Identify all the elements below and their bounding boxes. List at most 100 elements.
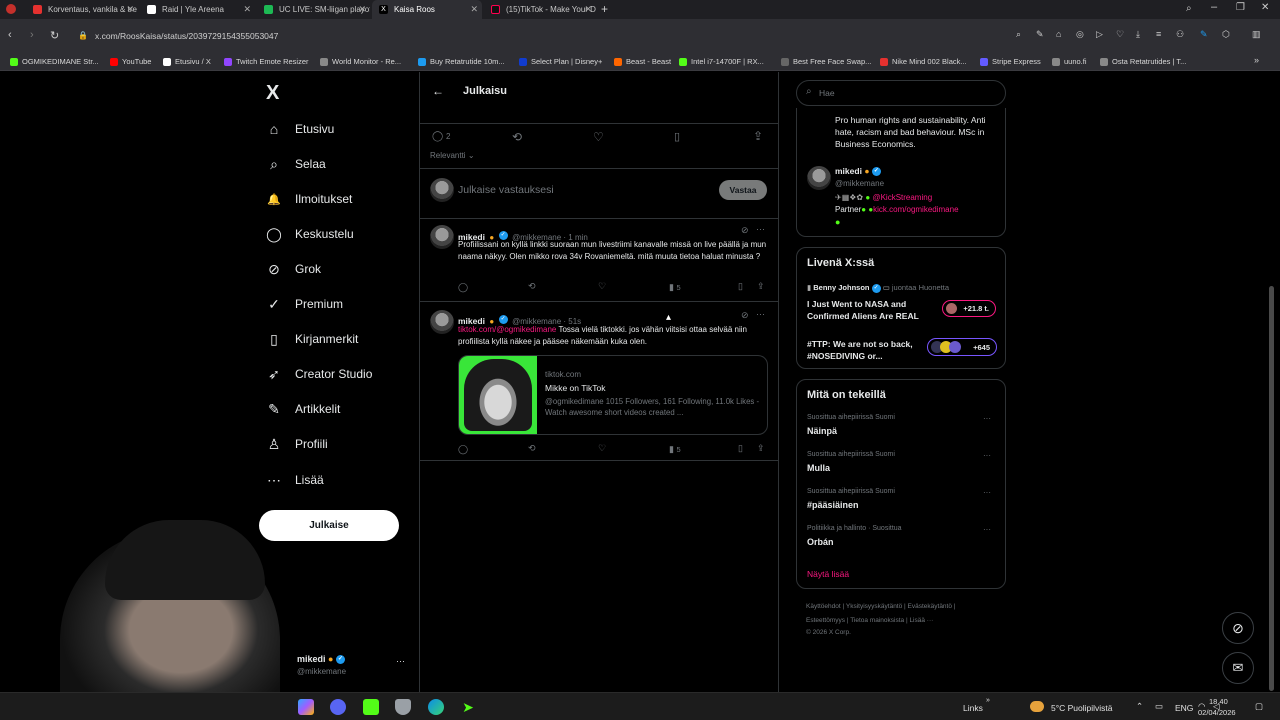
bookmark-icon[interactable]: ▯ [738, 281, 743, 292]
bookmark-item[interactable]: YouTube [110, 54, 151, 70]
x-logo-icon[interactable]: X [266, 82, 279, 105]
browser-tab[interactable]: (15)TikTok - Make Your D ✕ [484, 0, 596, 19]
show-more-link[interactable]: Näytä lisää [807, 569, 849, 579]
browser-tab[interactable]: Korventaus, vankila & tre ✕ [26, 0, 138, 19]
back-icon[interactable]: ‹ [8, 29, 12, 41]
chevron-icon[interactable]: » [986, 697, 990, 704]
live-item-title[interactable]: #TTP: We are not so back, #NOSEDIVING or… [807, 338, 927, 362]
bookmark-item[interactable]: Buy Retatrutide 10m... [418, 54, 505, 70]
discord-icon[interactable] [330, 699, 346, 715]
retweet-icon[interactable]: ⟲ [512, 130, 522, 144]
sidebar-item-selaa[interactable]: ⌕ Selaa [265, 149, 326, 179]
links-toolbar[interactable]: Links [963, 703, 983, 713]
tweet[interactable]: mikedi ● ✓ @mikkemane · 1 min ⊘ ··· Prof… [420, 219, 779, 303]
views-stat[interactable]: ▮ 5 [669, 444, 681, 455]
search-tabs-icon[interactable]: ⌕ [1186, 3, 1192, 14]
extension-icon[interactable]: ▷ [1096, 29, 1103, 40]
tweet-link[interactable]: tiktok.com/@ogmikedimane [458, 325, 556, 334]
browser-tab[interactable]: Raid | Yle Areena ✕ [140, 0, 255, 19]
live-listeners-badge[interactable]: +645 [927, 338, 997, 356]
live-host-name[interactable]: Benny Johnson [813, 283, 869, 292]
bookmark-item[interactable]: Best Free Face Swap... [781, 54, 871, 70]
like-icon[interactable]: ♡ [598, 281, 606, 292]
tweet[interactable]: mikedi ● ✓ @mikkemane · 51s ⊘ ··· tiktok… [420, 302, 779, 462]
profile-bio-link[interactable]: @KickStreaming [872, 193, 932, 202]
close-icon[interactable]: ✕ [584, 0, 592, 19]
bookmark-item[interactable]: Twitch Emote Resizer [224, 54, 309, 70]
extension-icon[interactable]: ◎ [1076, 29, 1084, 40]
bookmark-item[interactable]: Stripe Express [980, 54, 1041, 70]
more-icon[interactable]: ··· [756, 224, 765, 234]
close-icon[interactable]: ✕ [358, 0, 366, 19]
sidebar-toggle-icon[interactable]: ▥ [1252, 29, 1261, 40]
bookmark-icon[interactable]: ▯ [674, 130, 680, 143]
bookmark-item[interactable]: Intel i7-14700F | RX... [679, 54, 764, 70]
bookmark-item[interactable]: Beast - Beast [614, 54, 671, 70]
close-icon[interactable]: ✕ [126, 0, 134, 19]
menu-icon[interactable]: ≡ [1156, 29, 1161, 39]
messages-fab[interactable]: ✉ [1222, 652, 1254, 684]
reply-icon[interactable]: ◯ [458, 282, 468, 293]
trend-item[interactable]: Suosittua aihepiirissä Suomi Mulla ··· [797, 447, 1005, 483]
chevron-up-icon[interactable]: ⌃ [1136, 701, 1143, 712]
bookmark-item[interactable]: Etusivu / X [163, 54, 211, 70]
more-icon[interactable]: ··· [983, 414, 991, 423]
sidebar-item-premium[interactable]: ✓ Premium [265, 289, 343, 319]
edge-icon[interactable] [428, 699, 444, 715]
reply-count[interactable]: ◯ 2 [432, 131, 450, 142]
network-icon[interactable]: ▭ [1155, 701, 1163, 712]
like-icon[interactable]: ♡ [593, 130, 604, 144]
close-icon[interactable]: ✕ [243, 0, 251, 19]
bookmark-item[interactable]: Nike Mind 002 Black... [880, 54, 967, 70]
shield-icon[interactable] [395, 699, 411, 715]
bookmark-item[interactable]: Osta Retatrutides | T... [1100, 54, 1186, 70]
search-box[interactable]: ⌕ Hae [796, 80, 1006, 106]
sidebar-item-kirjanmerkit[interactable]: ▯ Kirjanmerkit [265, 324, 358, 354]
extension-icon[interactable]: ⌕ [1016, 29, 1021, 40]
grok-icon[interactable]: ⊘ [741, 225, 749, 236]
extension-icon[interactable]: ✎ [1036, 29, 1044, 40]
more-icon[interactable]: ··· [756, 309, 765, 319]
browser-tab[interactable]: UC LIVE: SM-liigan playof ✕ [257, 0, 370, 19]
bookmark-item[interactable]: World Monitor - Re... [320, 54, 401, 70]
scrollbar-thumb[interactable] [1269, 286, 1274, 691]
browser-menu-icon[interactable] [6, 4, 16, 14]
back-arrow-icon[interactable]: ← [432, 84, 444, 98]
app-icon[interactable]: ➤ [460, 699, 476, 715]
sidebar-item-artikkelit[interactable]: ✎ Artikkelit [265, 394, 340, 424]
avatar[interactable] [807, 166, 831, 190]
more-icon[interactable]: ··· [983, 488, 991, 497]
browser-tab-active[interactable]: X Kaisa Roos ✕ [372, 0, 482, 19]
close-icon[interactable]: ✕ [470, 0, 478, 19]
notification-icon[interactable]: ▢ [1255, 701, 1263, 712]
sidebar-item-lisaa[interactable]: ⋯ Lisää [265, 465, 324, 495]
copilot-icon[interactable] [298, 699, 314, 715]
footer-links[interactable]: Käyttöehdot | Yksityisyyskäytäntö | Eväs… [806, 603, 955, 610]
share-icon[interactable]: ⇪ [757, 281, 765, 292]
more-icon[interactable]: ··· [983, 451, 991, 460]
sort-dropdown[interactable]: Relevantti ⌄ [430, 151, 475, 160]
sidebar-item-grok[interactable]: ⊘ Grok [265, 254, 321, 284]
language-indicator[interactable]: ENG [1175, 703, 1193, 713]
profile-name-text[interactable]: mikedi [835, 166, 862, 176]
kick-icon[interactable] [363, 699, 379, 715]
url-input[interactable]: 🔒 x.com/RoosKaisa/status/203972915435505… [70, 25, 1250, 47]
bookmark-item[interactable]: uuno.fi [1052, 54, 1087, 70]
more-icon[interactable]: ··· [983, 525, 991, 534]
heart-icon[interactable]: ♡ [1116, 29, 1124, 40]
minimize-icon[interactable]: – [1211, 1, 1217, 13]
trend-item[interactable]: Suosittua aihepiirissä Suomi Näinpä ··· [797, 410, 1005, 446]
scrollbar[interactable] [1268, 72, 1276, 692]
download-icon[interactable]: ⤓ [1136, 29, 1140, 40]
share-icon[interactable]: ⇪ [753, 129, 763, 143]
link-card[interactable]: tiktok.com Mikke on TikTok @ogmikedimane… [458, 355, 768, 435]
more-icon[interactable]: ··· [396, 656, 405, 666]
sidebar-item-keskustelu[interactable]: ◯ Keskustelu [265, 219, 354, 249]
grok-icon[interactable]: ⊘ [741, 310, 749, 321]
close-window-icon[interactable]: ✕ [1261, 2, 1269, 13]
reply-input[interactable]: Julkaise vastauksesi [458, 184, 554, 196]
new-tab-button[interactable]: + [601, 2, 608, 16]
views-stat[interactable]: ▮ 5 [669, 282, 681, 293]
avatar[interactable] [430, 225, 454, 249]
bookmark-item[interactable]: OGMIKEDIMANE Str... [10, 54, 99, 70]
